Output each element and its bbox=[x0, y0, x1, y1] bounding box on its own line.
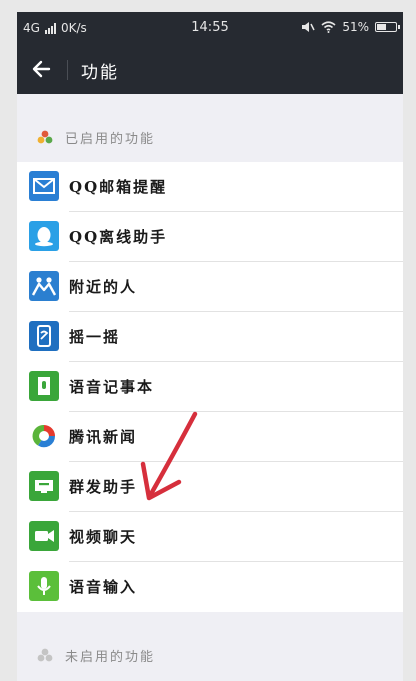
nav-bar: 功能 bbox=[17, 46, 403, 94]
disabled-section-label: 未启用的功能 bbox=[65, 650, 156, 665]
people-nearby-icon bbox=[29, 271, 59, 301]
feature-label: 语音输入 bbox=[69, 578, 138, 596]
feature-label: QQ离线助手 bbox=[69, 228, 168, 246]
feature-row[interactable]: 附近的人 bbox=[17, 262, 403, 312]
broadcast-icon bbox=[29, 471, 59, 501]
tencent-news-icon bbox=[29, 421, 59, 451]
phone-screen: 4G 0K/s 14:55 51% 功能 已启用的功能 QQ邮箱提醒 QQ离线助… bbox=[17, 12, 403, 681]
enabled-section-header: 已启用的功能 bbox=[17, 94, 403, 166]
feature-row[interactable]: QQ邮箱提醒 bbox=[17, 162, 403, 212]
voice-notepad-icon bbox=[29, 371, 59, 401]
feature-row[interactable]: 群发助手 bbox=[17, 462, 403, 512]
feature-row[interactable]: 视频聊天 bbox=[17, 512, 403, 562]
page-title: 功能 bbox=[81, 63, 119, 83]
feature-label: QQ邮箱提醒 bbox=[69, 178, 168, 196]
feature-row[interactable]: 摇一摇 bbox=[17, 312, 403, 362]
mute-icon bbox=[302, 22, 315, 32]
feature-label: 视频聊天 bbox=[69, 528, 138, 546]
wifi-icon bbox=[321, 21, 336, 33]
battery-icon bbox=[375, 22, 400, 32]
disabled-features-icon bbox=[37, 648, 53, 662]
enabled-features-icon bbox=[37, 130, 53, 144]
feature-row[interactable]: 语音记事本 bbox=[17, 362, 403, 412]
feature-label: 摇一摇 bbox=[69, 328, 121, 346]
feature-label: 语音记事本 bbox=[69, 378, 155, 396]
qq-penguin-icon bbox=[29, 221, 59, 251]
status-right: 51% bbox=[301, 20, 400, 34]
feature-row[interactable]: QQ离线助手 bbox=[17, 212, 403, 262]
feature-label: 腾讯新闻 bbox=[69, 428, 138, 446]
mail-icon bbox=[29, 171, 59, 201]
battery-percent: 51% bbox=[342, 20, 369, 34]
back-arrow-icon[interactable] bbox=[29, 56, 55, 82]
microphone-icon bbox=[29, 571, 59, 601]
video-chat-icon bbox=[29, 521, 59, 551]
enabled-feature-list: QQ邮箱提醒 QQ离线助手 附近的人摇一摇语音记事本腾讯新闻群发助手视频聊天语音输入 bbox=[17, 162, 403, 612]
feature-row[interactable]: 语音输入 bbox=[17, 562, 403, 612]
feature-label: 附近的人 bbox=[69, 278, 138, 296]
disabled-section-header: 未启用的功能 bbox=[17, 612, 403, 681]
shake-phone-icon bbox=[29, 321, 59, 351]
nav-divider bbox=[67, 60, 68, 80]
enabled-section-label: 已启用的功能 bbox=[65, 132, 156, 147]
status-bar: 4G 0K/s 14:55 51% bbox=[17, 12, 403, 46]
feature-row[interactable]: 腾讯新闻 bbox=[17, 412, 403, 462]
feature-label: 群发助手 bbox=[69, 478, 138, 496]
